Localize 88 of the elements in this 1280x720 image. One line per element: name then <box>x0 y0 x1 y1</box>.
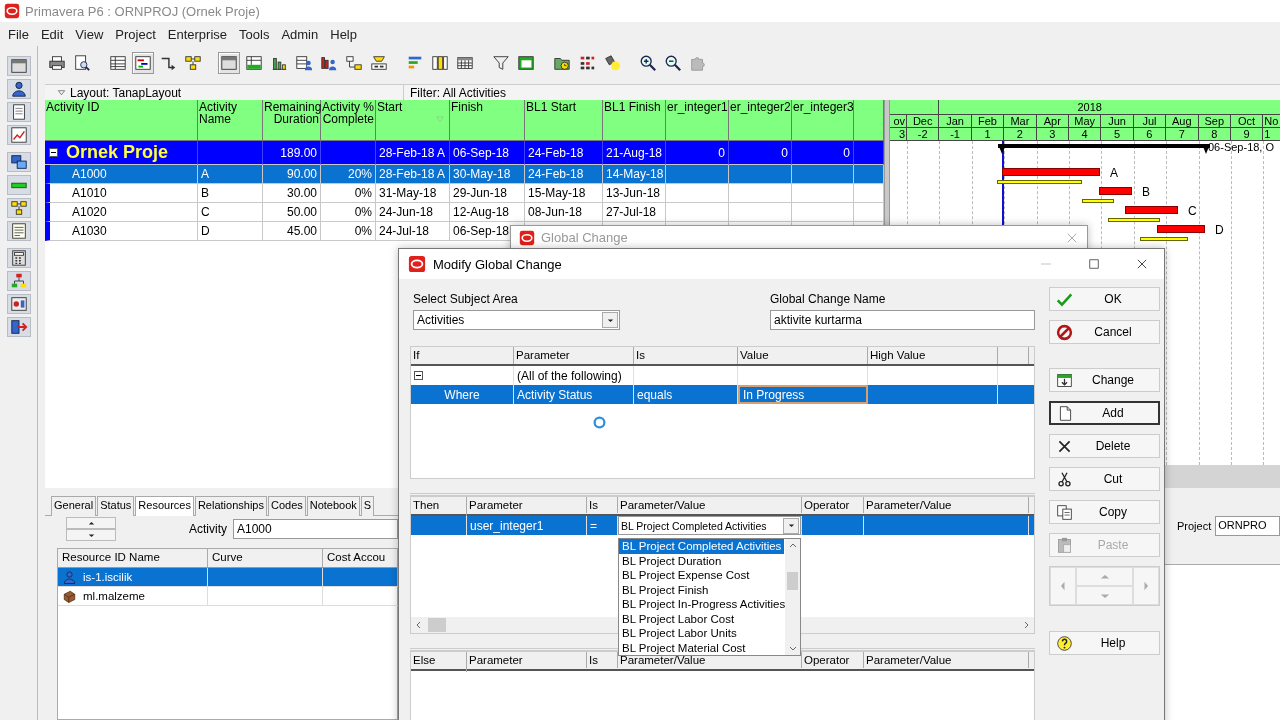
table-cell: 12-Aug-18 <box>453 205 510 219</box>
bar-label: B <box>1142 185 1150 199</box>
month-label: Jul <box>1142 115 1157 127</box>
table-cell: 0% <box>354 224 372 238</box>
table-cell: (All of the following) <box>517 368 622 383</box>
table-cell: C <box>201 205 210 219</box>
period-label: 5 <box>1113 128 1121 140</box>
table-cell: A1030 <box>72 224 107 238</box>
table-cell: B <box>201 186 209 200</box>
period-label: 8 <box>1211 128 1218 140</box>
bar-label: D <box>1215 223 1224 237</box>
table-cell: user_integer1 <box>470 518 544 533</box>
table-cell: 0% <box>354 186 372 200</box>
table-cell: 45.00 <box>286 224 317 238</box>
table-cell: 20% <box>347 167 372 181</box>
bar-label: A <box>1110 166 1118 180</box>
dialog-title: Modify Global Change <box>433 256 562 272</box>
period-label: 4 <box>1081 128 1088 140</box>
table-cell: 28-Feb-18 A <box>379 145 446 160</box>
table-cell: 08-Jun-18 <box>528 205 583 219</box>
table-cell: 30-May-18 <box>453 167 511 181</box>
period-label: 3 <box>898 128 905 140</box>
table-cell: 24-Feb-18 <box>528 145 584 160</box>
month-label: Apr <box>1043 115 1061 127</box>
filter-label: Filter: All Activities <box>410 85 507 100</box>
table-cell: 0% <box>354 205 372 219</box>
month-label: Feb <box>978 115 997 127</box>
period-label: 1 <box>984 128 991 140</box>
field-label: Project <box>1177 520 1212 532</box>
month-label: Dec <box>912 115 933 127</box>
table-cell: 28-Feb-18 A <box>379 167 446 181</box>
table-cell: A1020 <box>72 205 107 219</box>
field-label: Select Subject Area <box>413 292 519 307</box>
table-cell: 0 <box>718 145 725 160</box>
table-cell: 24-Jul-18 <box>379 224 430 238</box>
period-label: 3 <box>1049 128 1056 140</box>
year-label: 2018 <box>1077 101 1102 113</box>
table-cell: 24-Feb-18 <box>528 167 584 181</box>
period-label: 2 <box>1016 128 1023 140</box>
table-cell: 27-Jul-18 <box>606 205 657 219</box>
month-label: Aug <box>1172 115 1192 127</box>
period-label: 7 <box>1178 128 1185 140</box>
table-cell: 21-Aug-18 <box>606 145 663 160</box>
month-label: Mar <box>1010 115 1030 127</box>
bar-label: C <box>1188 204 1197 218</box>
table-cell: 15-May-18 <box>528 186 586 200</box>
bar-label: 06-Sep-18, O <box>1208 141 1275 153</box>
table-cell: 06-Sep-18 <box>453 145 510 160</box>
project-name: Ornek Proje <box>66 142 169 163</box>
table-cell: ml.malzeme <box>83 590 145 602</box>
month-label: May <box>1074 115 1096 127</box>
period-label: 1 <box>1264 128 1271 140</box>
table-cell: 30.00 <box>286 186 317 200</box>
month-label: No <box>1264 115 1279 127</box>
table-cell: 14-May-18 <box>606 167 664 181</box>
table-cell: = <box>590 518 597 533</box>
table-cell: 0 <box>843 145 850 160</box>
table-cell: 06-Sep-18 <box>453 224 510 238</box>
table-cell: In Progress <box>743 387 805 402</box>
table-cell: equals <box>637 387 673 402</box>
table-cell: A1000 <box>72 167 107 181</box>
field-label: Activity <box>189 522 227 536</box>
table-cell: 29-Jun-18 <box>453 186 508 200</box>
month-label: Jan <box>946 115 964 127</box>
field-label: Global Change Name <box>770 292 887 307</box>
month-label: Jun <box>1108 115 1126 127</box>
month-label: Oct <box>1238 115 1256 127</box>
table-cell: Where <box>444 387 480 402</box>
period-label: -2 <box>917 128 928 140</box>
table-cell: D <box>201 224 210 238</box>
table-cell: 189.00 <box>280 145 317 160</box>
layout-label: Layout: TanapLayout <box>70 85 182 100</box>
month-label: ov <box>893 115 905 127</box>
table-cell: is-1.iscilik <box>83 571 133 583</box>
table-cell: A <box>201 167 209 181</box>
period-label: 6 <box>1146 128 1153 140</box>
window-title: Primavera P6 : ORNPROJ (Ornek Proje) <box>25 3 260 19</box>
table-cell: Activity Status <box>517 387 593 402</box>
month-label: Sep <box>1204 115 1224 127</box>
table-cell: 90.00 <box>286 167 317 181</box>
period-label: -1 <box>950 128 960 140</box>
table-cell: 13-Jun-18 <box>606 186 661 200</box>
table-cell: 24-Jun-18 <box>379 205 434 219</box>
period-label: 9 <box>1243 128 1250 140</box>
table-cell: 31-May-18 <box>379 186 437 200</box>
table-cell: 0 <box>781 145 788 160</box>
table-cell: 50.00 <box>286 205 317 219</box>
table-cell: A1010 <box>72 186 107 200</box>
